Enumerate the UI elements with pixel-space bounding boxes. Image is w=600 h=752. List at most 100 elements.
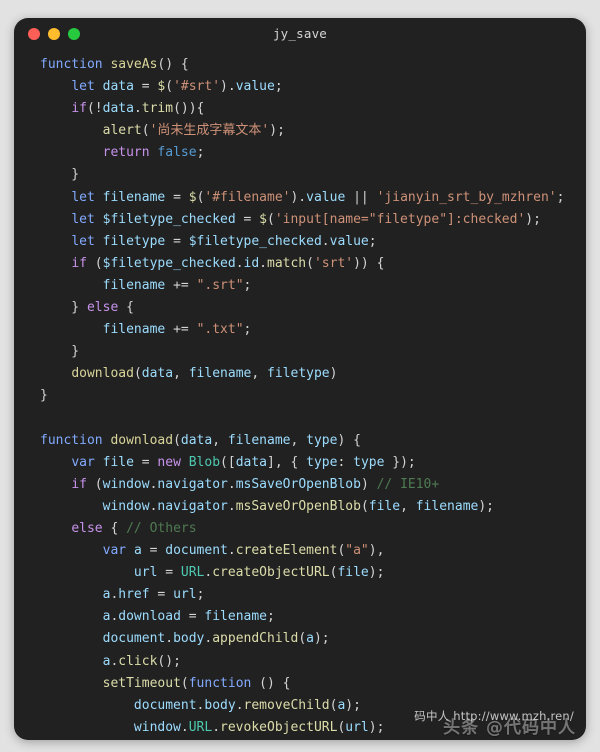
code-token: function — [40, 432, 103, 448]
code-token: ). — [220, 79, 236, 95]
code-token: click — [118, 653, 158, 669]
code-token: . — [235, 697, 244, 713]
code-token: } — [40, 344, 80, 360]
code-token: () { — [251, 675, 291, 691]
code-token: data — [141, 366, 174, 382]
code-token: = — [133, 79, 158, 95]
code-token: $ — [259, 211, 267, 227]
code-line: } — [14, 164, 586, 186]
code-token: if — [71, 476, 87, 492]
code-token: return — [102, 145, 150, 161]
code-line: var file = new Blob([data], { type: type… — [14, 452, 586, 474]
code-token: $filetype_checked — [102, 211, 236, 227]
code-line: a.click(); — [14, 651, 586, 673]
code-token: (); — [157, 653, 181, 669]
code-token: window — [102, 498, 150, 514]
code-token: $ — [188, 189, 197, 205]
code-token: file — [368, 498, 401, 514]
code-token: ; — [196, 145, 205, 161]
code-token: let — [71, 79, 95, 95]
code-token: value — [235, 79, 275, 95]
code-token: match — [267, 255, 307, 271]
code-token: (! — [86, 101, 103, 117]
minimize-window-button[interactable] — [48, 28, 60, 40]
code-token: '#srt' — [173, 79, 221, 95]
code-token: file — [102, 454, 134, 470]
code-token: id — [243, 255, 260, 271]
code-line: let filetype = $filetype_checked.value; — [14, 231, 586, 253]
code-line: } — [14, 385, 586, 407]
code-token: ). — [290, 189, 307, 205]
code-token: = — [165, 233, 189, 249]
code-line: if (window.navigator.msSaveOrOpenBlob) /… — [14, 474, 586, 496]
code-token: || — [345, 189, 377, 205]
code-line: filename += ".srt"; — [14, 275, 586, 297]
code-token: ; — [243, 322, 252, 338]
traffic-light-buttons — [28, 28, 80, 40]
code-token: trim — [141, 101, 174, 117]
code-token: window — [133, 719, 181, 735]
code-token: filetype — [102, 233, 166, 249]
code-token: : — [337, 454, 354, 470]
code-token: a — [133, 543, 142, 559]
code-line: filename += ".txt"; — [14, 319, 586, 341]
code-token: += — [165, 322, 197, 338]
code-token: "a" — [345, 543, 369, 559]
code-line: window.navigator.msSaveOrOpenBlob(file, … — [14, 496, 586, 518]
code-token: . — [133, 101, 142, 117]
close-window-button[interactable] — [28, 28, 40, 40]
code-token: ; — [196, 587, 205, 603]
code-token: document — [133, 697, 197, 713]
code-token: msSaveOrOpenBlob — [235, 498, 361, 514]
code-token: . — [235, 255, 244, 271]
code-block: function saveAs() { let data = $('#srt')… — [14, 50, 586, 740]
code-line: url = URL.createObjectURL(file); — [14, 562, 586, 584]
code-token: , — [290, 432, 307, 448]
code-token: , — [212, 432, 228, 448]
code-token: . — [321, 233, 330, 249]
code-token: ( — [86, 476, 103, 492]
code-line: }, 0); — [14, 739, 586, 740]
code-token: , — [173, 366, 189, 382]
code-line: } else { — [14, 297, 586, 319]
code-token: , — [400, 498, 416, 514]
code-token: ) — [329, 366, 338, 382]
code-line: let filename = $('#filename').value || '… — [14, 187, 586, 209]
code-token: ; — [267, 609, 275, 625]
code-token: ( — [298, 631, 307, 647]
code-token: document — [102, 631, 166, 647]
code-token: let — [71, 211, 95, 227]
code-token: = — [149, 587, 174, 603]
code-token: } — [40, 388, 48, 404]
code-token: = — [180, 609, 205, 625]
code-token: ( — [173, 432, 181, 448]
window-titlebar: jy_save — [14, 18, 586, 50]
code-token: ) — [360, 476, 377, 492]
code-token: var — [102, 543, 127, 559]
code-token: document — [165, 543, 228, 559]
code-token: filename — [102, 189, 166, 205]
code-token: ( — [180, 675, 189, 691]
code-token: if — [71, 255, 87, 271]
code-token: . — [227, 476, 236, 492]
maximize-window-button[interactable] — [68, 28, 80, 40]
code-token: value — [306, 189, 346, 205]
code-token: createElement — [235, 543, 338, 559]
code-token: ( — [267, 211, 275, 227]
code-token: filetype — [267, 366, 330, 382]
code-token: = — [157, 565, 181, 581]
code-token: , — [251, 366, 268, 382]
code-line: a.download = filename; — [14, 606, 586, 628]
code-token: let — [71, 189, 95, 205]
code-token: { — [102, 520, 127, 536]
